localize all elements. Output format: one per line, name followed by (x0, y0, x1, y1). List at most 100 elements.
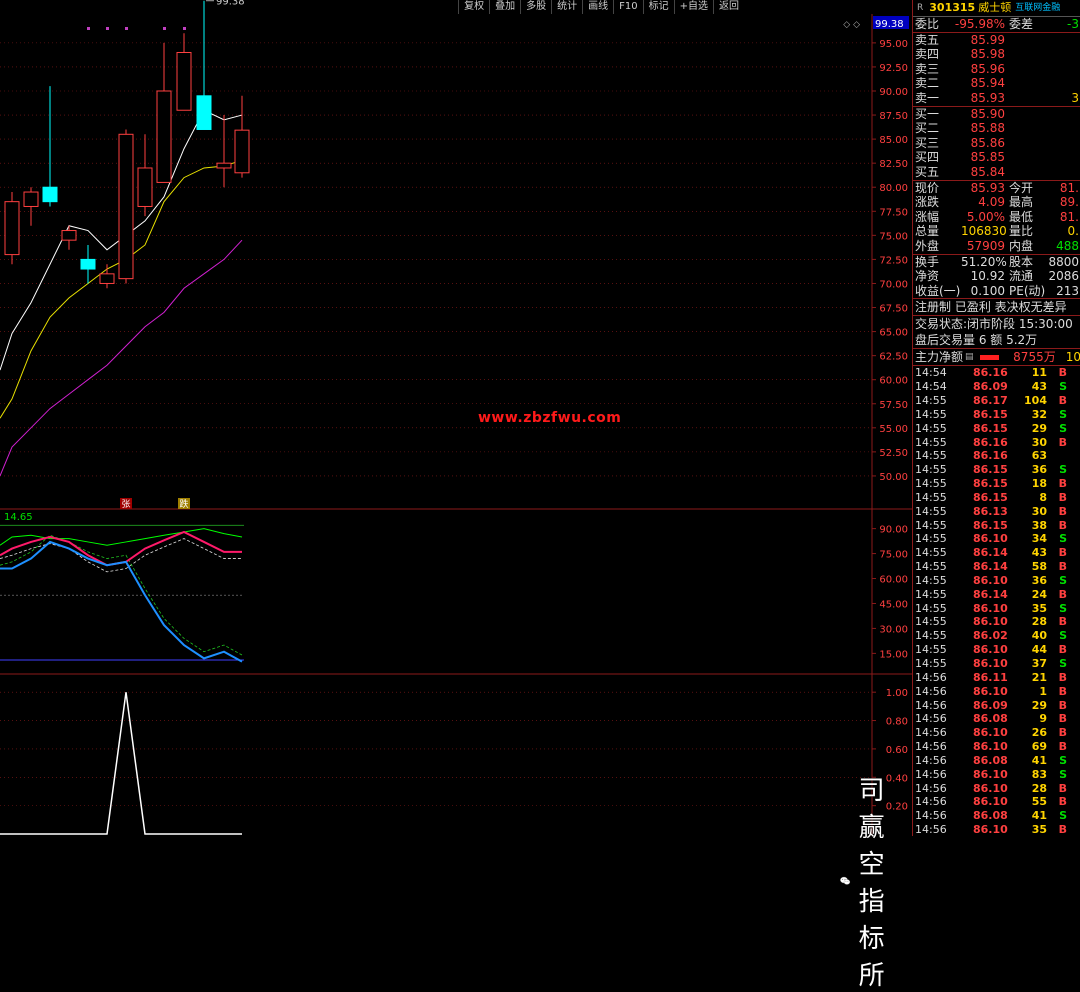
y-tick-label: 92.50 (879, 63, 908, 74)
candle-body (137, 167, 153, 207)
y-tick-label: 90.00 (879, 87, 908, 98)
toolbar-button-5[interactable]: F10 (613, 0, 643, 14)
stat-row: 净资 10.92 流通 2086 (915, 269, 1079, 284)
y-tick-label: 30.00 (879, 624, 908, 635)
stat-row: 收益(一) 0.100 PE(动) 213 (915, 283, 1079, 298)
fundamental-stats: 换手 51.20% 股本 8800 净资 10.92 流通 2086 收益(一) 0.100 PE(… (913, 253, 1080, 299)
quote-stats: 现价 85.93 今开 81. 涨跌 4.09 最高 89. 涨幅 5.00% 最低 81. 总量 106… (913, 179, 1080, 254)
diamond-icon: ◇ ◇ (843, 20, 860, 30)
bid-level: 买二 85.88 (915, 121, 1005, 136)
peak-label: 99.38 (216, 0, 245, 8)
y-tick-label: 15.00 (879, 649, 908, 660)
y-tick-label: 62.50 (879, 352, 908, 363)
chart-area[interactable]: 95.00 92.50 90.00 87.50 85.00 82.50 80.00 77.50… (0, 0, 912, 991)
ask-level: 卖四 85.98 (915, 47, 1005, 62)
tick-row: 14:56 86.08 41 S (915, 809, 1067, 823)
bid-level: 买四 85.85 (915, 150, 1005, 165)
stock-code: 301315 (929, 1, 976, 14)
tick-row: 14:56 86.10 35 B (915, 823, 1067, 836)
tick-row: 14:55 86.14 58 B (915, 560, 1067, 574)
tick-row: 14:55 86.16 30 B (915, 435, 1067, 449)
toolbar-button-1[interactable]: 叠加 (489, 0, 521, 14)
toolbar-button-2[interactable]: 多股 (520, 0, 552, 14)
y-tick-label: 65.00 (879, 328, 908, 339)
ask-level: 卖一 85.93 3 (915, 90, 1079, 105)
list-icon: ▤ (965, 352, 974, 363)
y-tick-label: 1.00 (886, 688, 908, 699)
tick-row: 14:55 86.16 63 (915, 449, 1047, 463)
ask-level: 卖二 85.94 (915, 76, 1005, 91)
toolbar-button-8[interactable]: 返回 (713, 0, 744, 14)
brand-text: 司赢空指标所 (858, 776, 886, 991)
y-tick-label: 50.00 (879, 472, 908, 483)
tick-row: 14:56 86.11 21 B (915, 670, 1067, 684)
main-flow-tail: 10 (1065, 350, 1080, 365)
candle-body (234, 129, 250, 174)
tick-row: 14:56 86.10 69 B (915, 740, 1067, 754)
quote-panel: R 301315 威士顿 互联网金融 委比 -95.98% 委差 -3 卖五 85… (912, 0, 1080, 836)
tick-row: 14:55 86.10 28 B (915, 615, 1067, 629)
tick-row: 14:55 86.15 18 B (915, 477, 1067, 491)
tick-row: 14:55 86.14 43 B (915, 546, 1067, 560)
toolbar-button-7[interactable]: +自选 (673, 0, 713, 14)
ask-book: 卖五 85.99 卖四 85.98 卖三 85.96 卖二 85.94 卖一 85.93 3 (913, 31, 1080, 106)
candle-body (80, 258, 96, 270)
sector-tag[interactable]: 互联网金融 (1015, 0, 1060, 16)
order-ratio-row: 委比 -95.98% 委差 -3 (915, 17, 1079, 31)
tick-row: 14:55 86.15 29 S (915, 421, 1067, 435)
stock-header[interactable]: R 301315 威士顿 互联网金融 (913, 0, 1080, 17)
tick-row: 14:55 86.17 104 B (915, 393, 1067, 407)
order-diff-value: -3 (1067, 17, 1079, 31)
y-tick-label: 82.50 (879, 159, 908, 170)
tick-row: 14:56 86.10 1 B (915, 684, 1067, 698)
signal-dot (163, 27, 166, 30)
toolbar-button-6[interactable]: 标记 (642, 0, 674, 14)
after-hours-volume: 盘后交易量 6 额 5.2万 (915, 333, 1038, 348)
tick-row: 14:55 86.13 30 B (915, 504, 1067, 518)
indicator-title: 14.65 (4, 512, 33, 523)
toolbar-button-3[interactable]: 统计 (551, 0, 583, 14)
tick-row: 14:56 86.10 83 S (915, 767, 1067, 781)
trade-status: 交易状态:闭市阶段 15:30:00 (913, 315, 1080, 332)
y-tick-label: 70.00 (879, 279, 908, 290)
signal-dot (125, 27, 128, 30)
brand-badge: 司赢空指标所 (840, 770, 912, 992)
chart-toolbar: 复权 叠加 多股 统计 画线 F10 标记 +自选 返回 (458, 0, 744, 14)
j-line (0, 540, 243, 663)
tick-row: 14:54 86.16 11 B (915, 366, 1067, 380)
chart-canvas[interactable]: 95.00 92.50 90.00 87.50 85.00 82.50 80.00 77.50… (0, 0, 912, 836)
y-tick-label: 90.00 (879, 525, 908, 536)
y-tick-label: 87.50 (879, 111, 908, 122)
candle-body (4, 201, 20, 256)
tick-row: 14:56 86.08 41 S (915, 753, 1067, 767)
tick-row: 14:56 86.10 55 B (915, 795, 1067, 809)
candle-body (99, 273, 115, 284)
tick-row: 14:56 86.08 9 B (915, 712, 1067, 726)
signal-dot (183, 27, 186, 30)
candle-body (42, 186, 58, 203)
tick-row: 14:55 86.02 40 S (915, 629, 1067, 643)
stat-row: 现价 85.93 今开 81. (915, 180, 1079, 195)
toolbar-button-4[interactable]: 画线 (582, 0, 614, 14)
tick-list[interactable]: 14:54 86.16 11 B 14:54 86.09 43 S 14:55 86.17 104 B… (913, 366, 1080, 836)
bid-level: 买三 85.86 (915, 135, 1005, 150)
y-tick-label: 95.00 (879, 39, 908, 50)
main-flow-row[interactable]: 主力净额 ▤ 8755万 10 (913, 348, 1080, 367)
y-tick-label: 75.00 (879, 231, 908, 242)
candle-body (196, 95, 212, 130)
bid-level: 买一 85.90 (915, 106, 1005, 121)
toolbar-button-0[interactable]: 复权 (458, 0, 490, 14)
tick-row: 14:55 86.10 36 S (915, 573, 1067, 587)
main-flow-value: 8755万 (1013, 350, 1056, 365)
tick-row: 14:55 86.15 8 B (915, 490, 1067, 504)
marker-label: 张 (121, 499, 130, 510)
stock-name: 威士顿 (978, 1, 1012, 14)
stat-row: 总量 106830 量比 0. (915, 224, 1079, 239)
listing-info: 注册制 已盈利 表决权无差异 (913, 298, 1080, 315)
y-tick-label: 0.60 (886, 745, 908, 756)
k-line (0, 530, 242, 567)
y-tick-label: 72.50 (879, 255, 908, 266)
candle-body (176, 51, 192, 111)
y-tick-label: 55.00 (879, 424, 908, 435)
y-tick-label: 57.50 (879, 400, 908, 411)
